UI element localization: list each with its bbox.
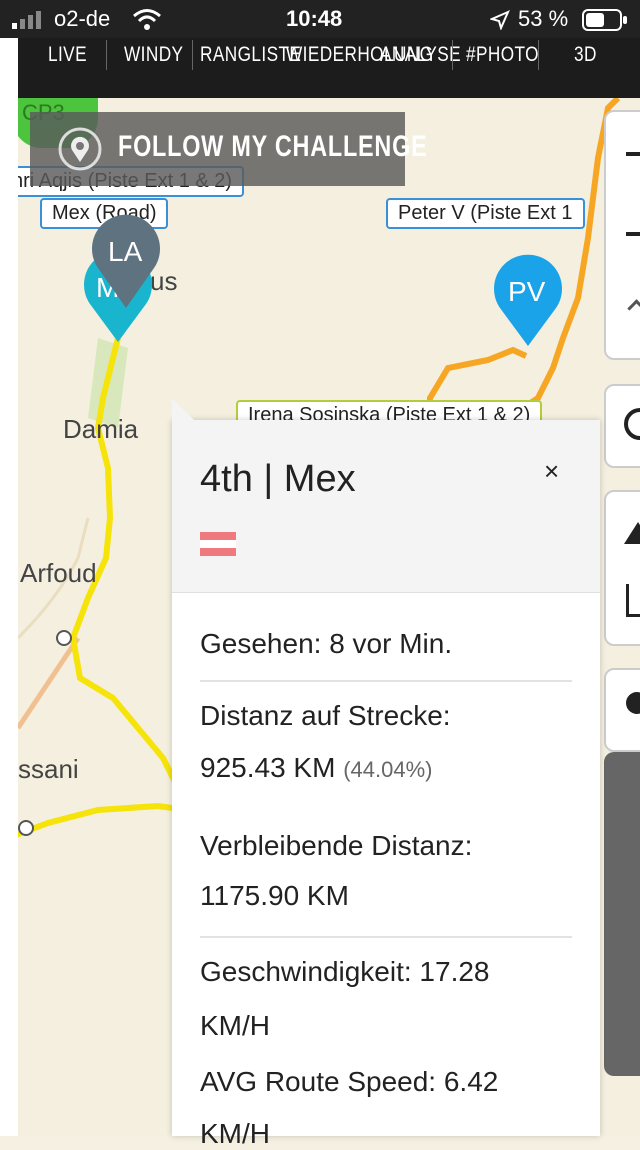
wifi-icon bbox=[132, 8, 162, 37]
zoom-in-button[interactable] bbox=[626, 152, 640, 156]
follow-banner-text: FOLLOW MY CHALLENGE bbox=[118, 130, 428, 163]
popup-title: 4th | Mex bbox=[200, 458, 356, 500]
clock: 10:48 bbox=[286, 6, 343, 31]
avg-speed-unit: KM/H bbox=[200, 1118, 270, 1149]
marker-pv[interactable]: PV bbox=[492, 252, 564, 353]
place-damia: Damia bbox=[63, 414, 139, 444]
location-arrow-icon bbox=[489, 10, 510, 35]
place-arfoud: Arfoud bbox=[20, 558, 97, 588]
crosshair-icon bbox=[624, 408, 640, 440]
battery-icon bbox=[582, 9, 630, 38]
nav-analyse[interactable]: ANALYSE bbox=[380, 38, 461, 76]
compass-icon[interactable] bbox=[627, 299, 640, 318]
zoom-out-button[interactable] bbox=[626, 232, 640, 236]
follow-my-challenge-banner[interactable]: FOLLOW MY CHALLENGE bbox=[30, 112, 427, 186]
zoom-controls bbox=[604, 110, 640, 360]
weather-button[interactable] bbox=[604, 668, 640, 752]
nav-photo[interactable]: #PHOTO bbox=[466, 38, 539, 76]
nav-live[interactable]: LIVE bbox=[48, 38, 87, 76]
divider bbox=[200, 936, 572, 938]
nav-divider bbox=[538, 40, 539, 70]
popup-header: 4th | Mex × bbox=[172, 420, 600, 593]
status-bar: o2-de 10:48 53 % bbox=[0, 0, 640, 40]
elevation-chart-icon[interactable] bbox=[626, 584, 640, 617]
speed-label: Geschwindigkeit: 17.28 bbox=[200, 956, 490, 987]
left-edge bbox=[0, 38, 18, 1136]
flag-icon bbox=[200, 532, 236, 556]
close-button[interactable]: × bbox=[544, 456, 559, 487]
side-panel-tab[interactable] bbox=[604, 752, 640, 1076]
popup-pointer bbox=[172, 398, 194, 420]
terrain-icon[interactable] bbox=[624, 522, 640, 544]
nav-windy[interactable]: WINDY bbox=[124, 38, 183, 76]
marker-la[interactable]: LA bbox=[90, 210, 162, 315]
divider bbox=[200, 680, 572, 682]
sun-icon bbox=[626, 692, 640, 714]
seen-text: Gesehen: 8 vor Min. bbox=[200, 628, 453, 659]
distance-value: 925.43 KM bbox=[200, 752, 336, 783]
distance-value-row: 925.43 KM (44.04%) bbox=[200, 752, 432, 784]
nav-divider bbox=[192, 40, 193, 70]
avg-speed-label: AVG Route Speed: 6.42 bbox=[200, 1066, 499, 1097]
distance-label: Distanz auf Strecke: bbox=[200, 700, 451, 731]
location-pin-icon bbox=[52, 126, 108, 177]
layer-controls bbox=[604, 490, 640, 646]
nav-divider bbox=[106, 40, 107, 70]
carrier-name: o2-de bbox=[54, 6, 111, 31]
locate-button[interactable] bbox=[604, 384, 640, 468]
remaining-value: 1175.90 KM bbox=[200, 880, 349, 911]
battery-percent: 53 % bbox=[518, 6, 569, 31]
label-peter[interactable]: Peter V (Piste Ext 1 bbox=[386, 198, 585, 229]
top-nav: LIVE WINDY RANGLISTE WIEDERHOLUNG ANALYS… bbox=[18, 38, 640, 98]
place-ssani: ssani bbox=[18, 754, 79, 784]
remaining-label: Verbleibende Distanz: bbox=[200, 830, 473, 861]
signal-icon bbox=[12, 11, 46, 34]
speed-unit: KM/H bbox=[200, 1010, 270, 1041]
participant-popup: 4th | Mex × Gesehen: 8 vor Min. Distanz … bbox=[172, 398, 600, 1149]
distance-percent: (44.04%) bbox=[343, 757, 433, 782]
nav-divider bbox=[452, 40, 453, 70]
nav-3d[interactable]: 3D bbox=[574, 38, 597, 76]
